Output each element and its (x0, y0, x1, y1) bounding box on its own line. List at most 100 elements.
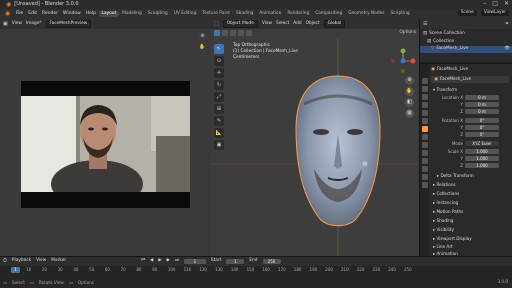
editor-type-icon[interactable]: ⏱ (3, 259, 7, 264)
rotation-mode-select[interactable]: XYZ Euler (465, 141, 499, 146)
particles-tab-icon[interactable] (421, 142, 428, 148)
texture-tab-icon[interactable] (421, 182, 428, 188)
location-y-label: Y (460, 102, 463, 107)
current-frame-field[interactable]: 1 (183, 259, 206, 264)
maximize-button[interactable]: □ (492, 1, 498, 7)
workspace-tab-geometry-nodes[interactable]: Geometry Nodes (345, 11, 387, 17)
outliner-editor-icon[interactable]: ☰ (423, 21, 427, 27)
playhead[interactable]: 1 (11, 267, 20, 273)
start-frame-field[interactable]: 1 (226, 259, 245, 264)
menu-window[interactable]: Window (61, 11, 84, 17)
scene-tab-icon[interactable] (421, 110, 428, 116)
close-button[interactable]: ✕ (504, 1, 509, 7)
object-name-field[interactable]: ▣ FaceMesh_Live (431, 76, 509, 83)
hand-icon[interactable]: ✋ (198, 43, 207, 52)
editor-type-icon[interactable]: ▣ (3, 21, 8, 27)
outliner-collection[interactable]: ▤ Collection (420, 39, 512, 46)
workspace-tab-uv-editing[interactable]: UV Editing (171, 11, 199, 17)
image-menu[interactable]: Image* (26, 21, 42, 26)
prev-keyframe-icon[interactable]: ◀ (150, 259, 153, 264)
zoom-icon[interactable]: ⊕ (198, 32, 207, 41)
data-tab-icon[interactable] (421, 166, 428, 172)
workspace-tab-sculpting[interactable]: Sculpting (145, 11, 171, 17)
menu-file[interactable]: File (13, 11, 26, 17)
face-mesh-object[interactable] (294, 74, 382, 232)
end-frame-field[interactable]: 250 (262, 259, 281, 264)
modifier-tab-icon[interactable] (421, 134, 428, 140)
play-icon[interactable]: ▶ (158, 259, 161, 264)
image-view-menu[interactable]: View (12, 21, 22, 26)
location-z-field[interactable]: 0 m (465, 109, 499, 114)
perspective-toggle-icon[interactable]: ▦ (405, 109, 414, 118)
scale-z-field[interactable]: 1.000 (465, 163, 499, 168)
menu-render[interactable]: Render (40, 11, 61, 17)
version-label: 3.0.0 (497, 279, 508, 284)
workspace-tab-animation[interactable]: Animation (256, 11, 284, 17)
physics-tab-icon[interactable] (421, 150, 428, 156)
navigation-gizmo[interactable] (390, 48, 416, 74)
shading-panel[interactable]: ▸ Shading (433, 218, 453, 223)
outliner-filter-icon[interactable]: ⏷ (505, 21, 509, 27)
object-tab-icon[interactable] (421, 126, 428, 132)
jump-end-icon[interactable]: ⏭ (175, 259, 179, 264)
instancing-panel[interactable]: ▸ Instancing (433, 200, 458, 205)
rotation-y-field[interactable]: 0° (465, 125, 499, 130)
workspace-tab-rendering[interactable]: Rendering (284, 11, 312, 17)
blender-menu-icon[interactable]: ◉ (2, 11, 13, 17)
workspace-tab-compositing[interactable]: Compositing (312, 11, 345, 17)
viewport-display-panel[interactable]: ▸ Viewport Display (433, 236, 472, 241)
constraints-tab-icon[interactable] (421, 158, 428, 164)
timeline-marker-menu[interactable]: Marker (51, 259, 66, 264)
world-tab-icon[interactable] (421, 118, 428, 124)
timeline-tick-label: 30 (57, 267, 63, 272)
menu-edit[interactable]: Edit (26, 11, 40, 17)
location-y-field[interactable]: 0 m (465, 102, 499, 107)
minimize-button[interactable]: – (483, 1, 486, 7)
scale-y-field[interactable]: 1.000 (465, 156, 499, 161)
workspace-tab-scripting[interactable]: Scripting (387, 11, 412, 17)
outliner-facemesh[interactable]: ▽ FaceMesh_Live 👁 (420, 46, 512, 53)
timeline-tick-label: 120 (199, 267, 207, 272)
jump-start-icon[interactable]: ⏮ (141, 259, 145, 264)
rotation-x-field[interactable]: 0° (465, 118, 499, 123)
transform-panel-title[interactable]: ▾ Transform (433, 87, 457, 92)
visibility-panel[interactable]: ▸ Visibility (433, 227, 454, 232)
menu-help[interactable]: Help (83, 11, 98, 17)
section-title: Motion Paths (436, 209, 464, 214)
next-keyframe-icon[interactable]: ▶ (167, 259, 170, 264)
workspace-tab-modeling[interactable]: Modeling (119, 11, 145, 17)
collections-panel[interactable]: ▸ Collections (433, 191, 459, 196)
view-layer-tab-icon[interactable] (421, 102, 428, 108)
render-tab-icon[interactable] (421, 86, 428, 92)
image-name-field[interactable]: FaceMeshPreview (45, 19, 92, 29)
output-tab-icon[interactable] (421, 94, 428, 100)
delta-transform-panel[interactable]: ▸ Delta Transform (437, 173, 474, 178)
timeline-view-menu[interactable]: View (36, 259, 46, 264)
relations-panel[interactable]: ▸ Relations (433, 182, 456, 187)
line-art-panel[interactable]: ▸ Line Art (433, 244, 453, 249)
workspace-tab-shading[interactable]: Shading (233, 11, 256, 17)
zoom-icon[interactable]: ⊕ (405, 76, 414, 85)
tool-tab-icon[interactable] (421, 78, 428, 84)
view-layer-selector[interactable]: ViewLayer (480, 10, 509, 17)
rotation-mode-label: Mode (451, 141, 463, 146)
material-tab-icon[interactable] (421, 174, 428, 180)
location-x-field[interactable]: 0 m (465, 95, 499, 100)
motion-paths-panel[interactable]: ▸ Motion Paths (433, 209, 464, 214)
visibility-eye-icon[interactable]: 👁 (505, 47, 510, 52)
timeline-playback-menu[interactable]: Playback (12, 259, 31, 264)
3d-viewport[interactable]: ⬚ Object Mode View Select Add Object Glo… (211, 19, 419, 256)
timeline-tick-label: 110 (183, 267, 192, 272)
workspace-tab-layout[interactable]: Layout (98, 10, 120, 18)
workspace-tab-texture-paint[interactable]: Texture Paint (199, 11, 233, 17)
status-rotate-view: Rotate View (38, 279, 64, 285)
pan-hand-icon[interactable]: ✋ (405, 87, 414, 96)
end-frame-label: End (249, 258, 258, 264)
scene-selector[interactable]: Scene (457, 10, 477, 17)
timeline-tick-label: 200 (325, 267, 333, 272)
rotation-z-field[interactable]: 0° (465, 132, 499, 137)
outliner-scene-collection[interactable]: ▤ Scene Collection (420, 31, 512, 38)
timeline-tick-label: 250 (404, 267, 412, 272)
scale-x-field[interactable]: 1.000 (465, 149, 499, 154)
camera-view-icon[interactable]: ◧ (405, 98, 414, 107)
